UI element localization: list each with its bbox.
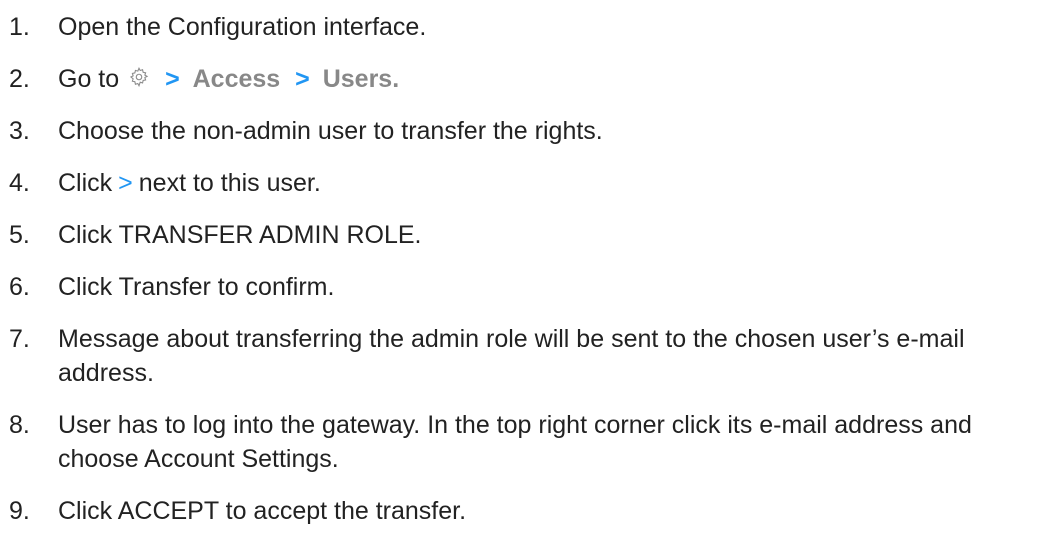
gear-icon xyxy=(128,63,150,88)
step-8: 8. User has to log into the gateway. In … xyxy=(0,408,1045,476)
step-text: Go to > Access > Users. xyxy=(58,62,1045,96)
step-text: Open the Configuration interface. xyxy=(58,13,427,41)
step-number: 2. xyxy=(9,65,30,93)
step-suffix: next to this user. xyxy=(138,169,321,197)
instruction-steps-list: 1. Open the Configuration interface. 2. … xyxy=(0,0,1045,528)
step-7: 7. Message about transferring the admin … xyxy=(0,322,1045,390)
step-number: 1. xyxy=(9,13,30,41)
step-9: 9. Click ACCEPT to accept the transfer. xyxy=(0,494,1045,528)
step-number: 5. xyxy=(9,221,30,249)
step-text: Message about transferring the admin rol… xyxy=(58,325,965,387)
step-number: 8. xyxy=(9,411,30,439)
step-4: 4. Click > next to this user. xyxy=(0,166,1045,200)
breadcrumb-separator: > xyxy=(165,65,180,93)
step-5: 5. Click TRANSFER ADMIN ROLE. xyxy=(0,218,1045,252)
breadcrumb-separator: > xyxy=(295,65,310,93)
step-1: 1. Open the Configuration interface. xyxy=(0,10,1045,44)
step-number: 9. xyxy=(9,497,30,525)
step-6: 6. Click Transfer to confirm. xyxy=(0,270,1045,304)
breadcrumb-item-users: Users. xyxy=(322,65,400,93)
step-text: User has to log into the gateway. In the… xyxy=(58,411,972,473)
chevron-right-icon: > xyxy=(118,169,133,197)
step-text: Click ACCEPT to accept the transfer. xyxy=(58,497,467,525)
breadcrumb-item-access: Access xyxy=(192,65,281,93)
step-prefix: Click xyxy=(58,169,113,197)
step-number: 4. xyxy=(9,169,30,197)
step-text: Click Transfer to confirm. xyxy=(58,273,335,301)
step-2: 2. Go to > Access > Users. xyxy=(0,62,1045,96)
step-number: 6. xyxy=(9,273,30,301)
step-number: 3. xyxy=(9,117,30,145)
step-prefix: Go to xyxy=(58,65,120,93)
step-text: Choose the non-admin user to transfer th… xyxy=(58,117,603,145)
step-number: 7. xyxy=(9,325,30,353)
step-3: 3. Choose the non-admin user to transfer… xyxy=(0,114,1045,148)
step-text: Click TRANSFER ADMIN ROLE. xyxy=(58,221,422,249)
step-text: Click > next to this user. xyxy=(58,166,1045,200)
